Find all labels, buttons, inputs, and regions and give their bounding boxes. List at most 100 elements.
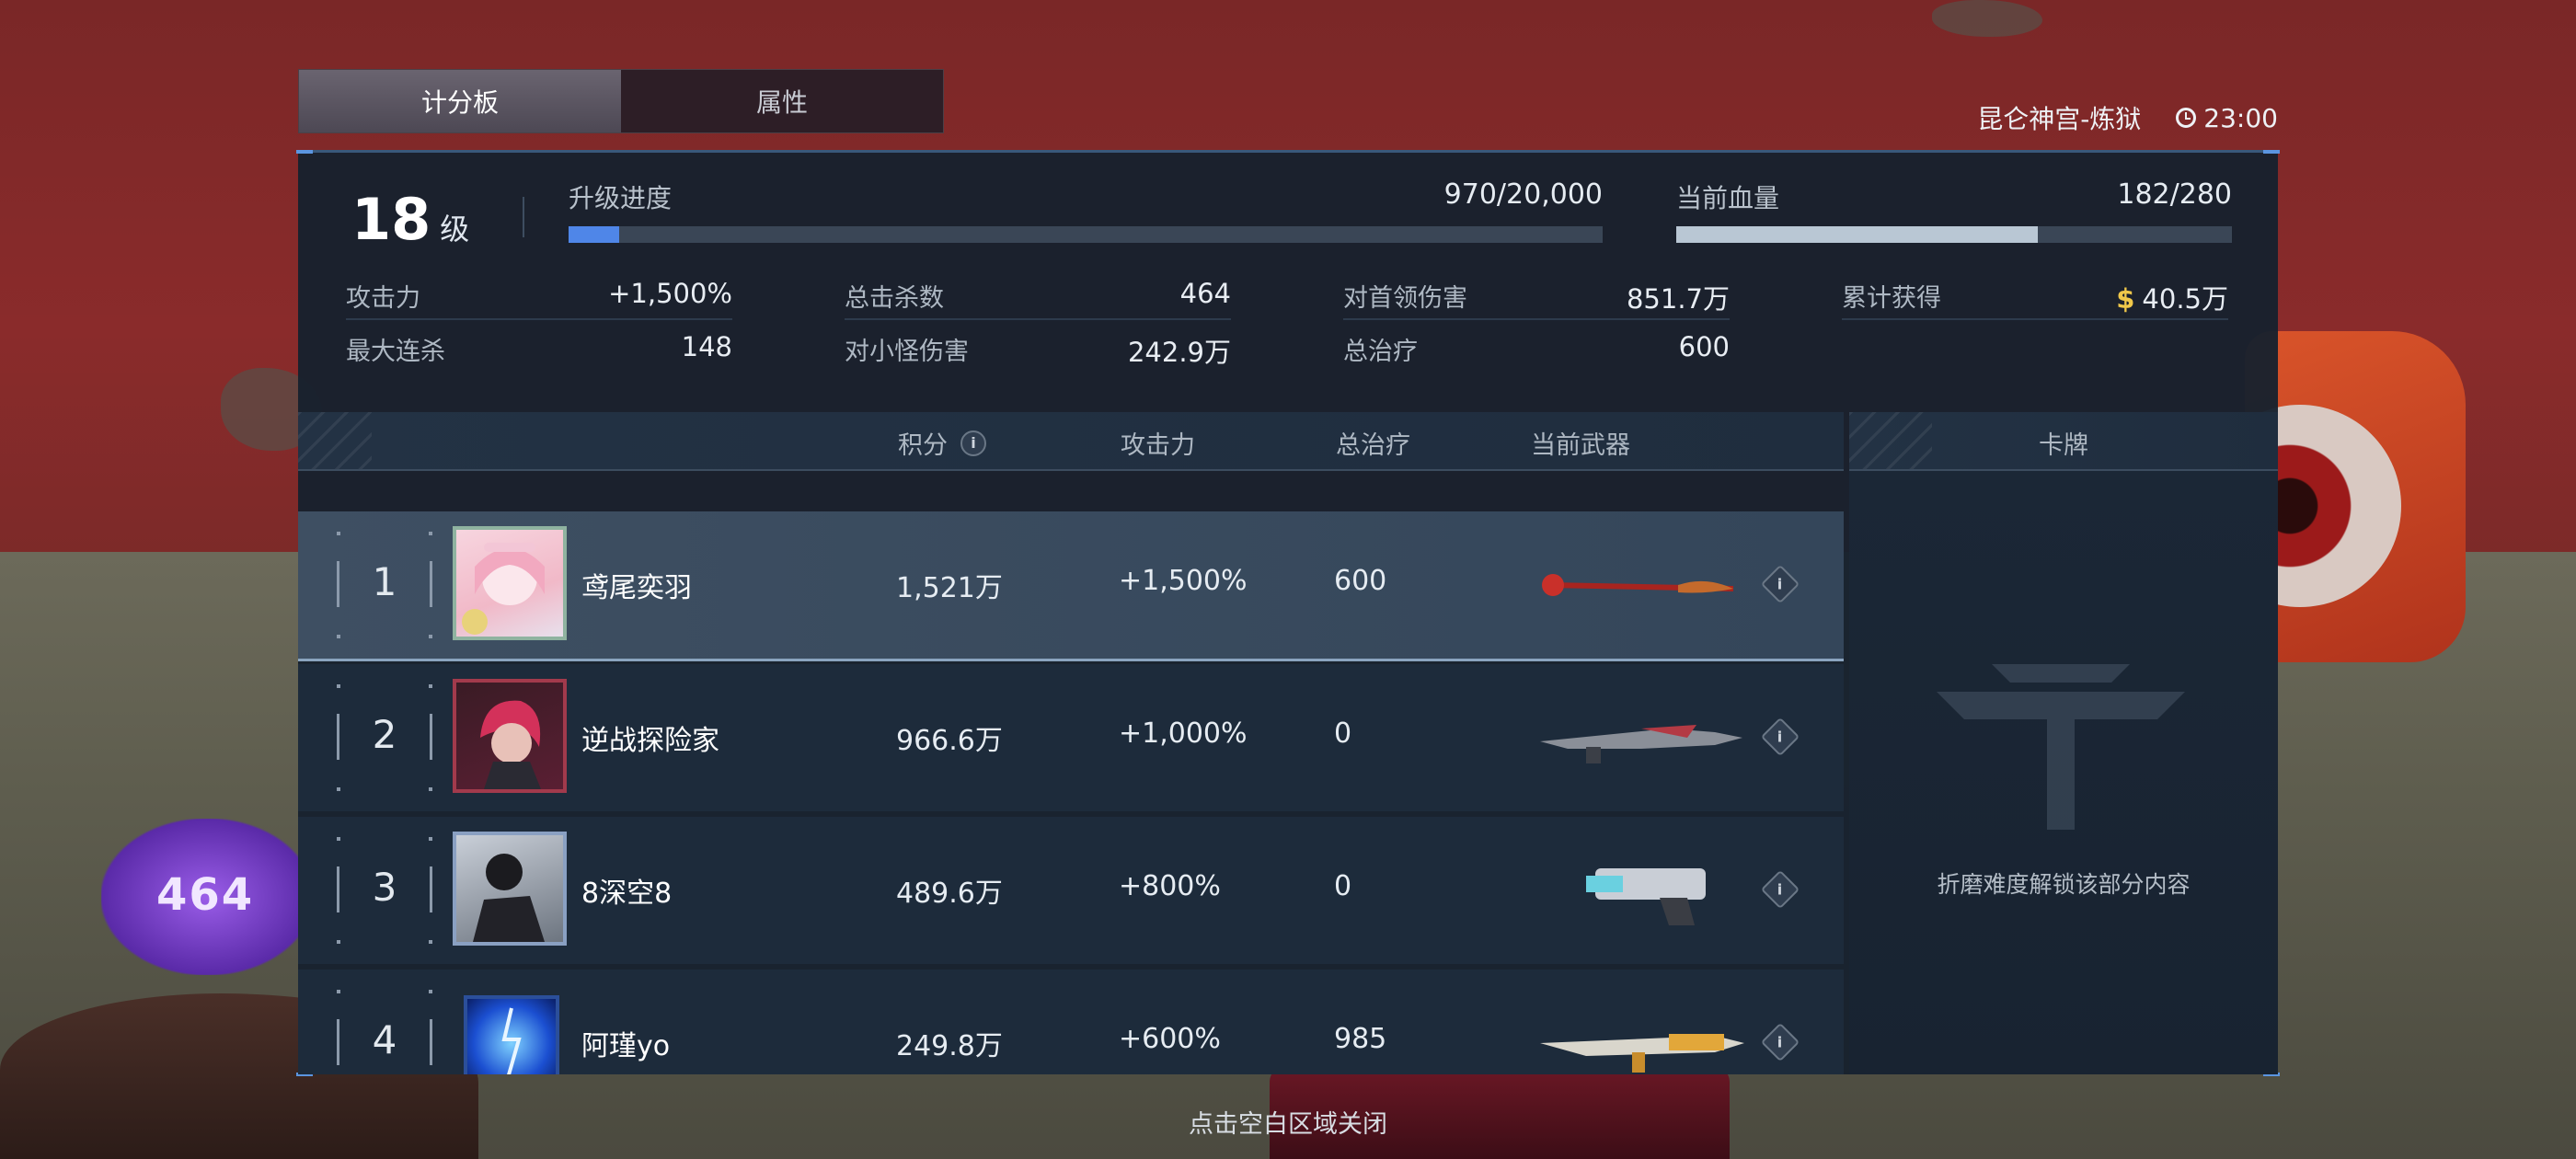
stat-label: 总治疗 [1343, 338, 1418, 366]
heavy-pistol-icon [1586, 868, 1706, 925]
player-name: 鸢尾奕羽 [581, 572, 692, 604]
corner-accent [2263, 150, 2280, 154]
player-stats: 攻击力 +1,500% 最大连杀 148 总击杀数 464 对小怪伤害 242.… [346, 272, 2241, 373]
table-row[interactable]: 2 逆战探险家 966.6万 +1,000% 0 i [298, 664, 1844, 811]
stat-total-kills: 总击杀数 464 [845, 272, 1231, 320]
rank-dot [337, 532, 340, 535]
rank-dot [337, 787, 340, 791]
blade-rifle-icon [1540, 725, 1742, 763]
player-attack: +800% [1119, 870, 1221, 902]
info-glyph: i [1777, 880, 1783, 899]
scoreboard-panel: 18 级 升级进度 970/20,000 当前血量 182/280 攻击力 +1… [296, 150, 2280, 1076]
stat-label: 累计获得 [1842, 284, 1941, 313]
header-hatch [298, 412, 372, 469]
stat-earned: 累计获得 $40.5万 [1842, 272, 2228, 320]
rank-dot [429, 990, 432, 993]
avatar-red-hair-icon [480, 700, 541, 789]
divider [523, 197, 524, 237]
rank-dot [337, 837, 340, 841]
game-logo-icon [1937, 664, 2185, 830]
table-row[interactable]: 1 鸢尾奕羽 1,521万 +1,500% 600 i [298, 511, 1844, 661]
player-score: 249.8万 [896, 1030, 1003, 1062]
player-level: 18 级 [351, 186, 469, 253]
avatar [464, 995, 559, 1074]
weapon-info-icon[interactable]: i [1760, 717, 1800, 757]
dollar-icon: $ [2116, 283, 2135, 315]
upgrade-progress-label: 升级进度 [569, 183, 673, 213]
level-number: 18 [351, 186, 431, 253]
avatar-lightning-icon [501, 1007, 522, 1074]
corner-accent [296, 150, 313, 154]
stat-value: 148 [681, 331, 732, 362]
stat-label: 总击杀数 [845, 284, 944, 313]
info-glyph: i [1777, 1033, 1783, 1051]
weapon-info-icon[interactable]: i [1760, 564, 1800, 604]
stat-value: +1,500% [608, 278, 732, 309]
stat-label: 对首领伤害 [1343, 284, 1467, 313]
player-name: 逆战探险家 [581, 725, 719, 757]
hp-fill [1676, 226, 2038, 243]
avatar-pink-hair-icon [462, 543, 545, 635]
card-header-label: 卡牌 [2039, 431, 2088, 460]
header-score: 积分 i [898, 425, 986, 461]
rank-number: 1 [372, 559, 397, 604]
header-score-label: 积分 [898, 431, 948, 460]
floating-rock [1932, 0, 2042, 37]
weapon-info-icon[interactable]: i [1760, 869, 1800, 910]
table-header: 积分 i 攻击力 总治疗 当前武器 [298, 412, 1844, 471]
stat-value: 851.7万 [1626, 283, 1730, 315]
rank-dot [429, 940, 432, 944]
card-locked-text: 折磨难度解锁该部分内容 [1937, 871, 2191, 898]
stat-label: 最大连杀 [346, 338, 445, 366]
avatar [453, 526, 567, 640]
stat-boss-damage: 对首领伤害 851.7万 [1343, 272, 1730, 320]
stat-attack: 攻击力 +1,500% [346, 272, 732, 320]
table-row[interactable]: 3 8深空8 489.6万 +800% 0 i [298, 817, 1844, 964]
player-score: 966.6万 [896, 725, 1003, 757]
player-heal: 0 [1334, 717, 1352, 750]
rank-box: 4 [337, 990, 432, 1074]
rank-dot [337, 940, 340, 944]
stat-label: 对小怪伤害 [845, 338, 969, 366]
rank-number: 3 [372, 865, 397, 910]
player-name: 阿瑾yo [581, 1030, 671, 1062]
avatar-dark-figure-icon [473, 854, 545, 942]
player-attack: +1,500% [1119, 565, 1248, 597]
rank-box: 3 [337, 837, 432, 944]
upgrade-progress-value: 970/20,000 [1443, 178, 1603, 211]
close-hint[interactable]: 点击空白区域关闭 [0, 1104, 2576, 1140]
table-row[interactable]: 4 阿瑾yo 249.8万 +600% 985 i [298, 970, 1844, 1074]
rank-dot [429, 635, 432, 638]
stat-value: 600 [1678, 331, 1730, 362]
earned-value: 40.5万 [2142, 283, 2228, 315]
match-timer: 23:00 [2176, 103, 2278, 133]
hp-bar: 当前血量 182/280 [1676, 178, 2232, 252]
stat-minion-damage: 对小怪伤害 242.9万 [845, 326, 1231, 372]
player-attack: +1,000% [1119, 717, 1248, 750]
stat-value: $40.5万 [2116, 278, 2228, 316]
map-name: 昆仑神宫-炼狱 [1977, 104, 2142, 134]
score-info-icon[interactable]: i [960, 430, 986, 456]
crimson-staff-icon [1542, 574, 1734, 596]
player-attack: +600% [1119, 1023, 1221, 1055]
weapon-info-icon[interactable]: i [1760, 1022, 1800, 1062]
header-heal: 总治疗 [1336, 431, 1410, 460]
rank-number: 4 [372, 1017, 397, 1062]
rank-dot [429, 837, 432, 841]
level-unit: 级 [440, 212, 470, 247]
upgrade-progress-fill [569, 226, 619, 243]
damage-number: 464 [156, 869, 255, 921]
rank-dot [337, 684, 340, 688]
rank-box: 1 [337, 532, 432, 638]
tab-attributes[interactable]: 属性 [621, 70, 943, 132]
avatar [453, 679, 567, 793]
player-heal: 600 [1334, 565, 1387, 597]
tab-scoreboard[interactable]: 计分板 [299, 70, 621, 132]
upgrade-progress: 升级进度 970/20,000 [569, 178, 1603, 252]
player-heal: 985 [1334, 1023, 1387, 1055]
stat-total-heal: 总治疗 600 [1343, 326, 1730, 372]
rank-dot [337, 635, 340, 638]
clock-icon [2176, 108, 2197, 128]
rank-number: 2 [372, 712, 397, 757]
hp-value: 182/280 [2117, 178, 2232, 211]
